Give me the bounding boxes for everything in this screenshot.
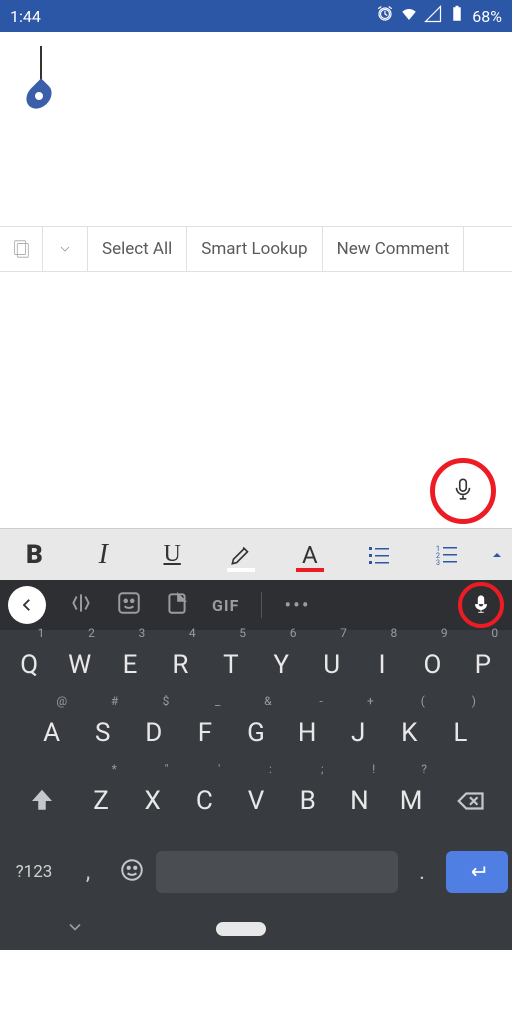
key-v[interactable]: :V — [230, 776, 282, 826]
document-area[interactable] — [0, 32, 512, 226]
gif-button[interactable]: GIF — [212, 596, 239, 615]
key-n[interactable]: !N — [334, 776, 386, 826]
wifi-icon — [400, 5, 418, 27]
alarm-icon — [376, 5, 394, 27]
keyboard-mic-button[interactable] — [458, 582, 504, 628]
context-expand-button[interactable] — [43, 227, 88, 271]
key-i[interactable]: 8I — [357, 640, 407, 690]
highlight-button[interactable] — [207, 529, 276, 580]
key-o[interactable]: 9O — [407, 640, 457, 690]
key-r[interactable]: 4R — [155, 640, 205, 690]
key-w[interactable]: 2W — [54, 640, 104, 690]
battery-icon — [448, 5, 466, 27]
key-m[interactable]: ?M — [385, 776, 437, 826]
format-toolbar: B I U A 123 — [0, 528, 512, 580]
key-d[interactable]: $D — [128, 708, 179, 758]
separator — [261, 592, 262, 618]
key-g[interactable]: &G — [230, 708, 281, 758]
key-q[interactable]: 1Q — [4, 640, 54, 690]
enter-key[interactable] — [446, 851, 508, 893]
period-key[interactable]: . — [402, 860, 442, 885]
bullet-list-button[interactable] — [344, 529, 413, 580]
key-x[interactable]: "X — [127, 776, 179, 826]
nav-hide-keyboard[interactable] — [65, 917, 85, 941]
key-y[interactable]: 6Y — [256, 640, 306, 690]
numbered-list-button[interactable]: 123 — [413, 529, 482, 580]
key-t[interactable]: 5T — [206, 640, 256, 690]
nav-home[interactable] — [216, 922, 266, 936]
keyboard-toolbar: GIF ••• — [0, 580, 512, 630]
key-e[interactable]: 3E — [105, 640, 155, 690]
document-body[interactable] — [0, 272, 512, 528]
italic-button[interactable]: I — [69, 529, 138, 580]
select-all-button[interactable]: Select All — [88, 227, 187, 271]
text-cursor — [28, 46, 50, 110]
signal-icon — [424, 5, 442, 27]
smart-lookup-button[interactable]: Smart Lookup — [187, 227, 322, 271]
keyboard: 1Q2W3E4R5T6Y7U8I9O0P @A#S$D_F&G-H+J(K)L … — [0, 630, 512, 908]
clipboard-button[interactable] — [0, 227, 43, 271]
nav-bar — [0, 908, 512, 950]
underline-button[interactable]: U — [138, 529, 207, 580]
svg-text:3: 3 — [436, 559, 440, 565]
format-expand-button[interactable] — [482, 549, 512, 561]
key-z[interactable]: *Z — [75, 776, 127, 826]
key-b[interactable]: ;B — [282, 776, 334, 826]
comma-key[interactable]: , — [68, 860, 108, 885]
space-key[interactable] — [156, 851, 398, 893]
shift-key[interactable] — [8, 776, 75, 826]
emoji-key[interactable] — [112, 857, 152, 887]
key-j[interactable]: +J — [333, 708, 384, 758]
key-l[interactable]: )L — [435, 708, 486, 758]
text-cursor-icon[interactable] — [68, 590, 94, 620]
sticker-icon[interactable] — [116, 590, 142, 620]
clipboard-icon[interactable] — [164, 590, 190, 620]
more-button[interactable]: ••• — [284, 593, 310, 617]
backspace-key[interactable] — [437, 776, 504, 826]
bold-button[interactable]: B — [0, 529, 69, 580]
dictate-fab[interactable] — [430, 458, 496, 524]
keyboard-back-button[interactable] — [8, 586, 46, 624]
cursor-handle-icon[interactable] — [21, 78, 56, 113]
font-color-button[interactable]: A — [275, 529, 344, 580]
key-s[interactable]: #S — [77, 708, 128, 758]
symbols-key[interactable]: ?123 — [4, 862, 64, 882]
microphone-icon — [450, 476, 476, 506]
context-toolbar: Select All Smart Lookup New Comment — [0, 226, 512, 272]
key-f[interactable]: _F — [179, 708, 230, 758]
new-comment-button[interactable]: New Comment — [323, 227, 465, 271]
status-bar: 1:44 68% — [0, 0, 512, 32]
key-a[interactable]: @A — [26, 708, 77, 758]
key-c[interactable]: 'C — [179, 776, 231, 826]
key-k[interactable]: (K — [384, 708, 435, 758]
battery-percent: 68% — [472, 7, 502, 26]
key-h[interactable]: -H — [282, 708, 333, 758]
status-time: 1:44 — [10, 7, 376, 26]
key-u[interactable]: 7U — [306, 640, 356, 690]
key-p[interactable]: 0P — [458, 640, 508, 690]
